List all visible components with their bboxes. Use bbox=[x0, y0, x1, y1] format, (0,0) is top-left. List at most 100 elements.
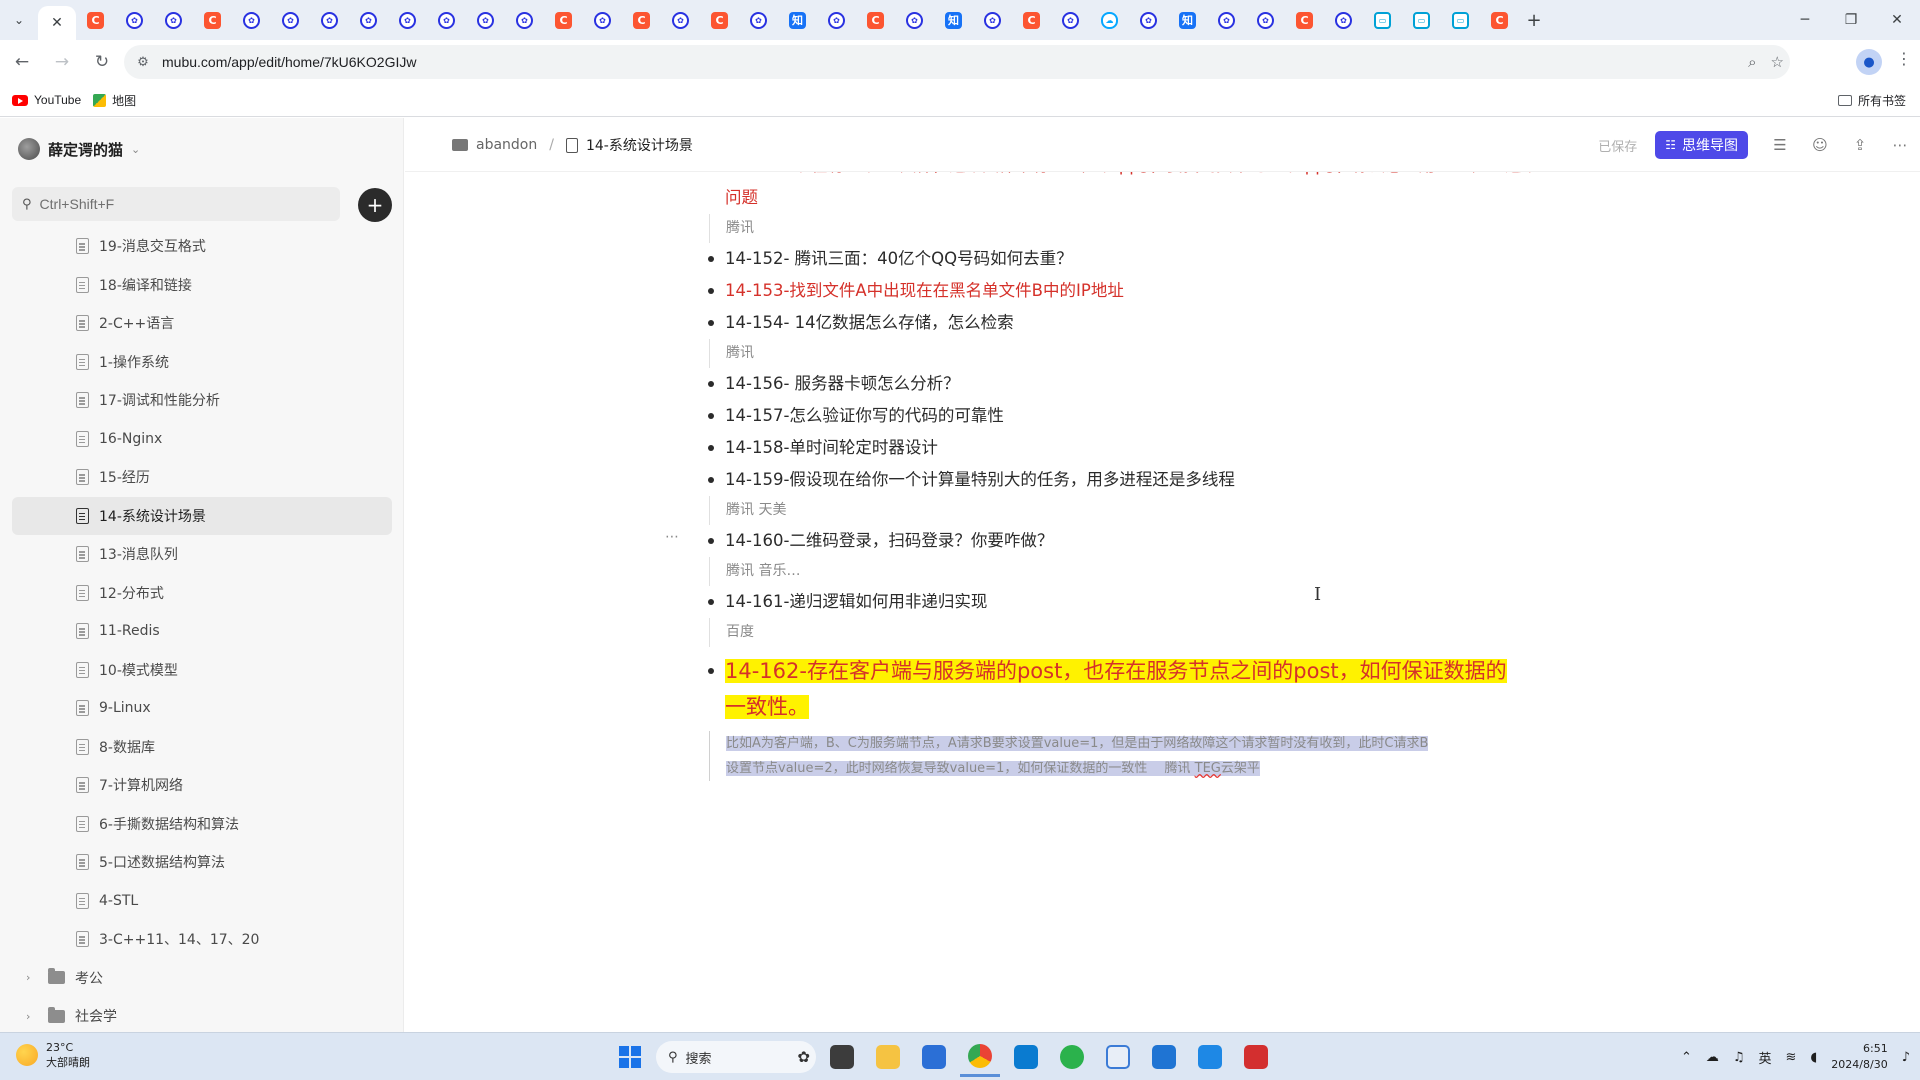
browser-tab[interactable]: ✿ bbox=[1129, 0, 1168, 40]
outline-node[interactable]: 14-151- 现在有一个txt文件，这个文件中有100亿个qq号，要找到其中的… bbox=[725, 172, 1605, 182]
close-window-button[interactable]: ✕ bbox=[1874, 0, 1920, 40]
search-box[interactable]: ⚲ bbox=[12, 187, 340, 221]
close-icon[interactable]: ✕ bbox=[51, 15, 63, 31]
task-view-app[interactable] bbox=[822, 1037, 862, 1077]
bullet-icon[interactable] bbox=[708, 288, 714, 294]
add-button[interactable]: + bbox=[358, 188, 392, 222]
tray-chevron-icon[interactable]: ⌃ bbox=[1681, 1050, 1692, 1065]
bullet-icon[interactable] bbox=[708, 381, 714, 387]
sidebar-doc-item[interactable]: 5-口述数据结构算法 bbox=[12, 843, 392, 882]
outline-node[interactable]: 14-156- 服务器卡顿怎么分析？ bbox=[708, 368, 1605, 400]
browser-tab[interactable]: 知 bbox=[1168, 0, 1207, 40]
browser-tab[interactable]: ▭ bbox=[1402, 0, 1441, 40]
outline-node[interactable]: 14-159-假设现在给你一个计算量特别大的任务，用多进程还是多线程 bbox=[708, 464, 1605, 496]
sidebar-folder-item[interactable]: › 考公 bbox=[12, 959, 392, 998]
browser-tab[interactable]: 知 bbox=[934, 0, 973, 40]
browser-tab[interactable]: ✿ bbox=[349, 0, 388, 40]
outline-node[interactable]: 14-161-递归逻辑如何用非递归实现 bbox=[708, 586, 1605, 618]
drag-handle-icon[interactable]: ⋯ bbox=[665, 529, 680, 545]
node-text[interactable]: 14-154- 14亿数据怎么存储，怎么检索 bbox=[725, 307, 1605, 339]
new-tab-button[interactable]: + bbox=[1519, 0, 1549, 40]
browser-tab[interactable]: C bbox=[76, 0, 115, 40]
restore-button[interactable]: ❐ bbox=[1828, 0, 1874, 40]
browser-tab[interactable]: ✿ bbox=[583, 0, 622, 40]
site-info-icon[interactable]: ⚙ bbox=[128, 55, 158, 70]
node-text[interactable]: 14-152- 腾讯三面：40亿个QQ号码如何去重？ bbox=[725, 243, 1605, 275]
chevron-right-icon[interactable]: › bbox=[26, 971, 48, 984]
share-icon[interactable]: ⇪ bbox=[1840, 136, 1880, 154]
bookmark-maps[interactable]: 地图 bbox=[93, 92, 136, 109]
bullet-icon[interactable] bbox=[708, 668, 714, 674]
sidebar-doc-item[interactable]: 4-STL bbox=[12, 882, 392, 921]
node-note-selected[interactable]: 比如A为客户端，B、C为服务端节点，A请求B要求设置value=1，但是由于网络… bbox=[709, 731, 1605, 781]
browser-tab[interactable]: C bbox=[700, 0, 739, 40]
zoom-icon[interactable]: ⌕ bbox=[1748, 53, 1756, 71]
browser-menu-icon[interactable]: ⋮ bbox=[1896, 49, 1912, 68]
outline-view-icon[interactable]: ☰ bbox=[1760, 136, 1800, 154]
browser-tab[interactable]: ✿ bbox=[661, 0, 700, 40]
feishu-app[interactable] bbox=[1190, 1037, 1230, 1077]
url-text[interactable]: mubu.com/app/edit/home/7kU6KO2GIJw bbox=[162, 54, 416, 70]
node-note[interactable]: 腾讯 音乐… bbox=[709, 557, 1605, 586]
browser-tab[interactable]: C bbox=[856, 0, 895, 40]
browser-tab[interactable]: ✿ bbox=[271, 0, 310, 40]
outline-node[interactable]: 14-152- 腾讯三面：40亿个QQ号码如何去重？ bbox=[708, 243, 1605, 275]
browser-tab[interactable]: C bbox=[1012, 0, 1051, 40]
browser-tab[interactable]: ✿ bbox=[817, 0, 856, 40]
vscode-app[interactable] bbox=[1006, 1037, 1046, 1077]
node-text[interactable]: 14-160-二维码登录，扫码登录？你要咋做？ bbox=[725, 525, 1605, 557]
sidebar-doc-item[interactable]: 17-调试和性能分析 bbox=[12, 381, 392, 420]
mail-app[interactable] bbox=[1144, 1037, 1184, 1077]
node-text[interactable]: 14-161-递归逻辑如何用非递归实现 bbox=[725, 586, 1605, 618]
browser-tab[interactable]: ✿ bbox=[388, 0, 427, 40]
node-text[interactable]: 14-162-存在客户端与服务端的post，也存在服务节点之间的post，如何保… bbox=[725, 653, 1605, 725]
sidebar-doc-item[interactable]: 9-Linux bbox=[12, 689, 392, 728]
outline-node[interactable]: 问题 bbox=[725, 182, 1605, 214]
browser-tab[interactable]: ☁ bbox=[1090, 0, 1129, 40]
browser-tab[interactable]: ✿ bbox=[973, 0, 1012, 40]
outline-node[interactable]: 14-153-找到文件A中出现在在黑名单文件B中的IP地址 bbox=[708, 275, 1605, 307]
forward-button[interactable]: → bbox=[44, 44, 80, 80]
sidebar-doc-item[interactable]: 14-系统设计场景 bbox=[12, 496, 392, 535]
node-text[interactable]: 14-159-假设现在给你一个计算量特别大的任务，用多进程还是多线程 bbox=[725, 464, 1605, 496]
browser-tab[interactable]: ✿ bbox=[1246, 0, 1285, 40]
browser-tab[interactable]: 知 bbox=[778, 0, 817, 40]
clock[interactable]: 6:51 2024/8/30 bbox=[1831, 1041, 1887, 1073]
start-button[interactable] bbox=[610, 1037, 650, 1077]
sidebar-doc-item[interactable]: 3-C++11、14、17、20 bbox=[12, 920, 392, 959]
mindmap-button[interactable]: ☷ 思维导图 bbox=[1655, 131, 1748, 159]
sidebar-doc-item[interactable]: 12-分布式 bbox=[12, 574, 392, 613]
browser-tab[interactable]: ✿ bbox=[1207, 0, 1246, 40]
node-note[interactable]: 腾讯 bbox=[709, 339, 1605, 368]
browser-tab[interactable]: C bbox=[622, 0, 661, 40]
node-text[interactable]: 14-151- 现在有一个txt文件，这个文件中有100亿个qq号，要找到其中的… bbox=[725, 172, 1605, 182]
outline-node[interactable]: 14-157-怎么验证你写的代码的可靠性 bbox=[708, 400, 1605, 432]
wechat-app[interactable] bbox=[1052, 1037, 1092, 1077]
profile-avatar[interactable]: ● bbox=[1856, 49, 1882, 75]
browser-tab[interactable]: ✿ bbox=[154, 0, 193, 40]
more-icon[interactable]: ⋯ bbox=[1880, 136, 1920, 154]
browser-tab[interactable]: C bbox=[1480, 0, 1519, 40]
notification-bell-icon[interactable]: ♪ bbox=[1902, 1050, 1910, 1065]
store-app[interactable] bbox=[914, 1037, 954, 1077]
outline-node[interactable]: 14-158-单时间轮定时器设计 bbox=[708, 432, 1605, 464]
bullet-icon[interactable] bbox=[708, 538, 714, 544]
browser-tab[interactable]: ✿ bbox=[895, 0, 934, 40]
sidebar-doc-item[interactable]: 7-计算机网络 bbox=[12, 766, 392, 805]
bullet-icon[interactable] bbox=[708, 477, 714, 483]
browser-tab[interactable]: ▭ bbox=[1441, 0, 1480, 40]
node-note[interactable]: 百度 bbox=[709, 618, 1605, 647]
browser-tab[interactable]: ✿ bbox=[1051, 0, 1090, 40]
bullet-icon[interactable] bbox=[708, 413, 714, 419]
node-text[interactable]: 14-153-找到文件A中出现在在黑名单文件B中的IP地址 bbox=[725, 275, 1605, 307]
node-text[interactable]: 14-158-单时间轮定时器设计 bbox=[725, 432, 1605, 464]
volume-icon[interactable]: ◖ bbox=[1810, 1050, 1817, 1065]
sidebar-doc-item[interactable]: 19-消息交互格式 bbox=[12, 227, 392, 266]
node-note[interactable]: 腾讯 天美 bbox=[709, 496, 1605, 525]
sidebar-doc-item[interactable]: 18-编译和链接 bbox=[12, 266, 392, 305]
sidebar-doc-item[interactable]: 2-C++语言 bbox=[12, 304, 392, 343]
recorder-app[interactable] bbox=[1236, 1037, 1276, 1077]
network-app[interactable] bbox=[1098, 1037, 1138, 1077]
sidebar-folder-item[interactable]: › 社会学 bbox=[12, 997, 392, 1032]
back-button[interactable]: ← bbox=[4, 44, 40, 80]
